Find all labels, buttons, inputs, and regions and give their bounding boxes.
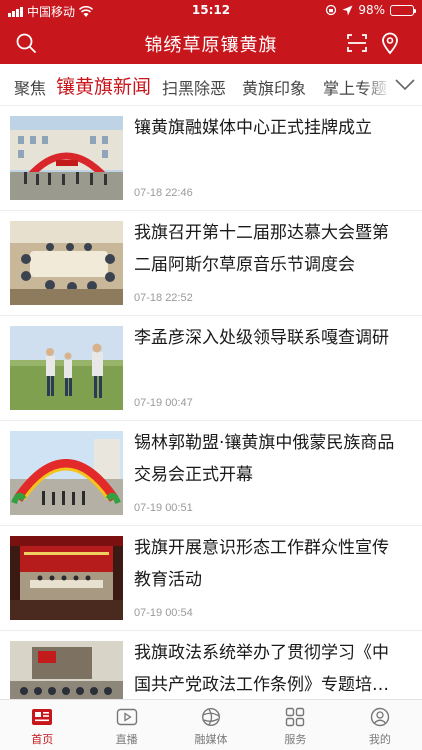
- status-right: 98%: [325, 3, 416, 17]
- globe-icon: [202, 707, 221, 727]
- news-time: 07-19 00:54: [134, 607, 193, 619]
- status-bar: 中国移动 15:12 98%: [0, 0, 422, 22]
- news-thumbnail: [10, 641, 123, 699]
- news-title: 我旗政法系统举办了贯彻学习《中国共产党政法工作条例》专题培…: [134, 643, 389, 695]
- tabbar-label: 我的: [368, 733, 391, 746]
- battery-percent: 98%: [358, 3, 385, 17]
- chevron-down-icon: [395, 79, 415, 91]
- tabbar-label: 融媒体: [194, 733, 228, 746]
- location-icon[interactable]: [378, 31, 402, 55]
- news-time: 07-19 00:47: [134, 397, 193, 409]
- scan-icon[interactable]: [345, 31, 369, 55]
- news-time: 07-18 22:46: [134, 187, 193, 199]
- newspaper-icon: [32, 709, 53, 725]
- news-item[interactable]: 锡林郭勒盟·镶黄旗中俄蒙民族商品交易会正式开幕 07-19 00:51: [0, 421, 422, 526]
- news-time: 07-18 22:52: [134, 292, 193, 304]
- news-title: 锡林郭勒盟·镶黄旗中俄蒙民族商品交易会正式开幕: [134, 433, 395, 485]
- news-item[interactable]: 我旗政法系统举办了贯彻学习《中国共产党政法工作条例》专题培…: [0, 631, 422, 699]
- news-item[interactable]: 我旗开展意识形态工作群众性宣传教育活动 07-19 00:54: [0, 526, 422, 631]
- user-icon: [370, 707, 390, 727]
- more-channels-button[interactable]: [388, 64, 422, 105]
- tab-focus[interactable]: 聚焦: [14, 75, 46, 99]
- news-item[interactable]: 镶黄旗融媒体中心正式挂牌成立 07-18 22:46: [0, 106, 422, 211]
- channel-tabs: 聚焦 镶黄旗新闻 扫黑除恶 黄旗印象 掌上专题: [0, 64, 422, 106]
- news-thumbnail: [10, 431, 123, 515]
- news-list: 镶黄旗融媒体中心正式挂牌成立 07-18 22:46 我旗召开第十二届那达慕大会…: [0, 106, 422, 699]
- tab-banner-impression[interactable]: 黄旗印象: [242, 75, 306, 99]
- battery-icon: [390, 4, 416, 16]
- tabbar-media[interactable]: 融媒体: [169, 700, 253, 750]
- rotation-lock-icon: [326, 4, 337, 16]
- tabbar-label: 直播: [115, 733, 138, 746]
- tabbar-label: 首页: [31, 733, 54, 746]
- tab-anti-crime[interactable]: 扫黑除恶: [162, 75, 226, 99]
- news-title: 镶黄旗融媒体中心正式挂牌成立: [134, 118, 372, 138]
- news-thumbnail: [10, 221, 123, 305]
- tabbar-home[interactable]: 首页: [0, 700, 84, 750]
- play-icon: [116, 708, 137, 726]
- news-thumbnail: [10, 116, 123, 200]
- news-title: 我旗开展意识形态工作群众性宣传教育活动: [134, 538, 389, 590]
- news-title: 我旗召开第十二届那达慕大会暨第二届阿斯尔草原音乐节调度会: [134, 223, 389, 275]
- location-arrow-icon: [342, 5, 353, 15]
- news-thumbnail: [10, 536, 123, 620]
- news-item[interactable]: 我旗召开第十二届那达慕大会暨第二届阿斯尔草原音乐节调度会 07-18 22:52: [0, 211, 422, 316]
- grid-icon: [286, 707, 305, 727]
- tabbar-services[interactable]: 服务: [253, 700, 337, 750]
- tab-xianghuangqi-news[interactable]: 镶黄旗新闻: [56, 72, 151, 99]
- news-time: 07-19 00:51: [134, 502, 193, 514]
- news-thumbnail: [10, 326, 123, 410]
- tabbar-live[interactable]: 直播: [84, 700, 168, 750]
- tabbar-label: 服务: [284, 733, 307, 746]
- app-header: 锦绣草原镶黄旗: [0, 22, 422, 64]
- bottom-tab-bar: 首页 直播 融媒体 服务 我的: [0, 699, 422, 750]
- tabbar-me[interactable]: 我的: [338, 700, 422, 750]
- news-title: 李孟彦深入处级领导联系嘎查调研: [134, 328, 389, 348]
- news-item[interactable]: 李孟彦深入处级领导联系嘎查调研 07-19 00:47: [0, 316, 422, 421]
